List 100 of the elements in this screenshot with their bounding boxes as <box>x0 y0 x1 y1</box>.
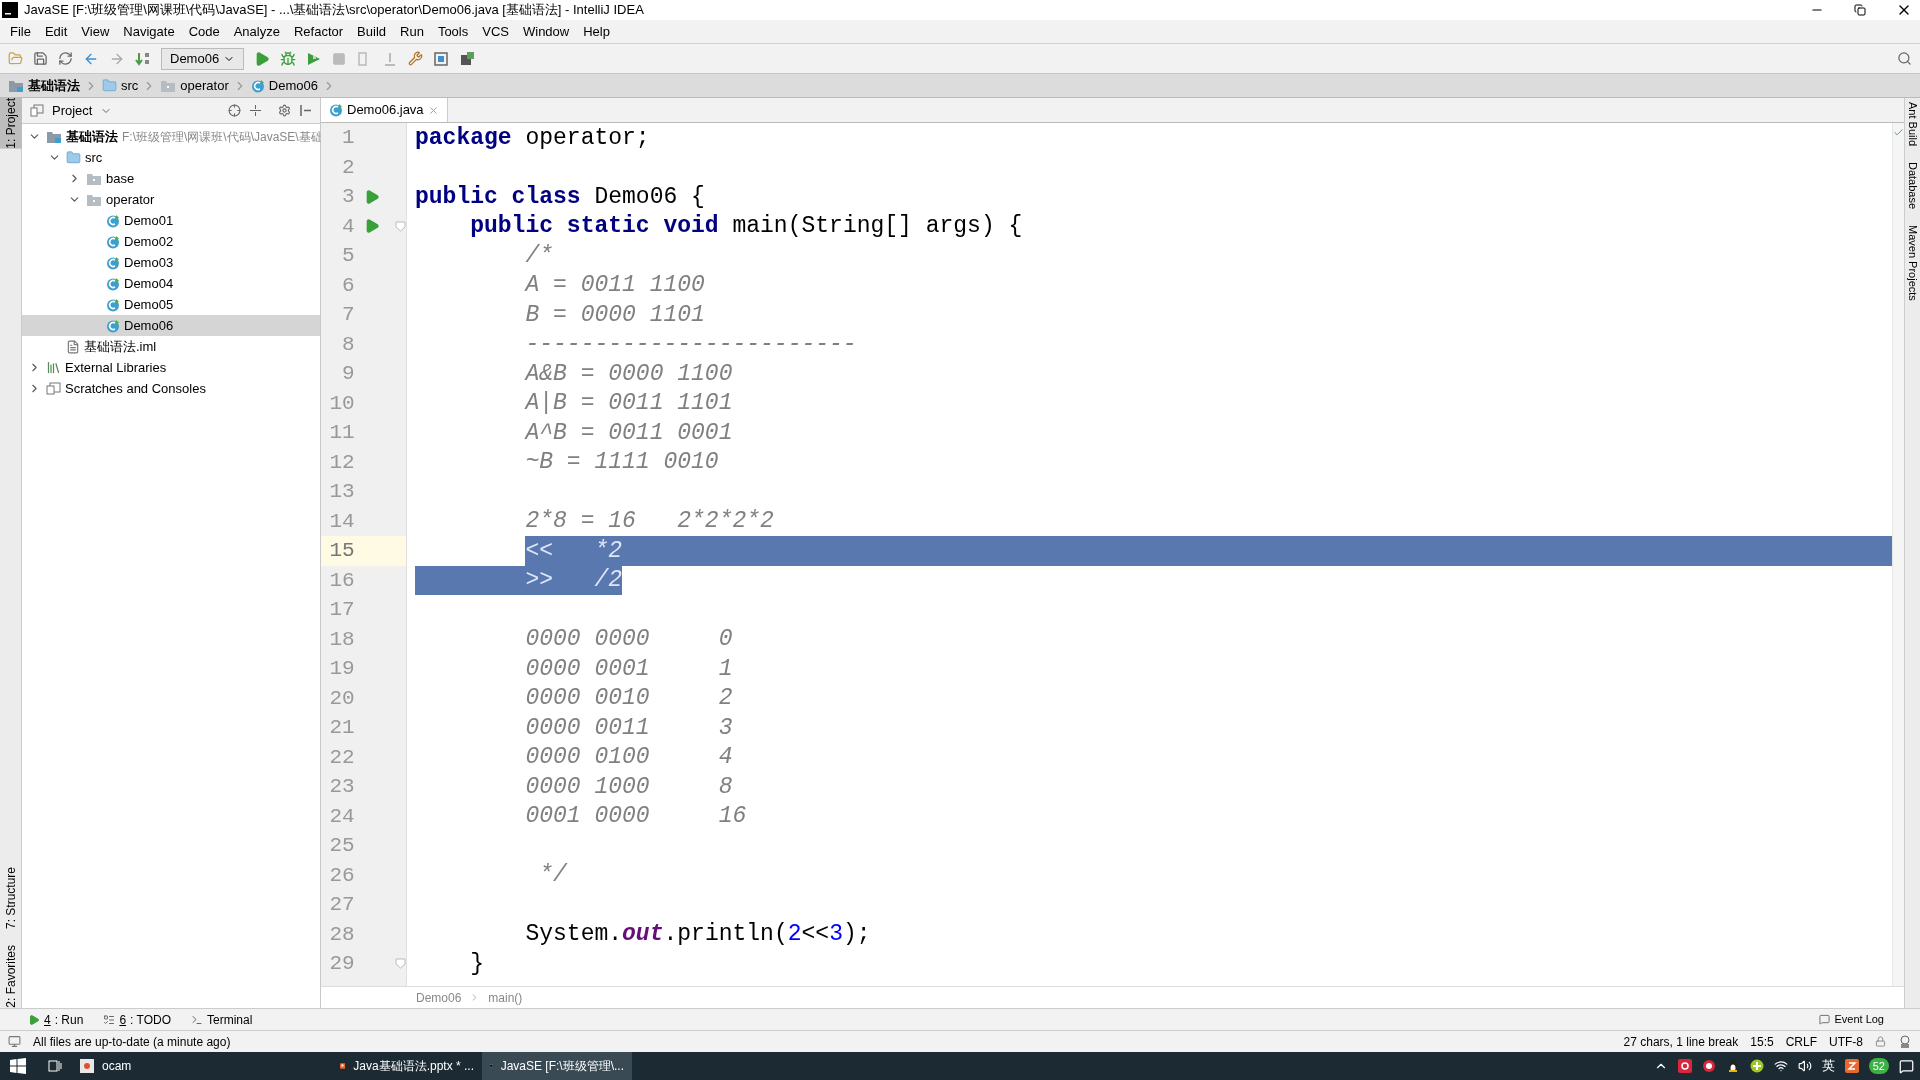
line-number: 9 <box>341 361 355 387</box>
panel-title[interactable]: Project <box>52 100 93 121</box>
breadcrumb-item[interactable]: src <box>121 75 139 96</box>
menu-item[interactable]: Run <box>394 21 430 42</box>
menu-item[interactable]: Tools <box>431 21 475 42</box>
tool-window-tab[interactable]: 7: Structure <box>0 867 22 930</box>
fold-marker-icon[interactable] <box>395 220 406 232</box>
locate-icon[interactable] <box>228 104 241 117</box>
taskbar-app[interactable]: ocam <box>72 1052 222 1080</box>
code-line: A = 0011 1100 <box>523 271 706 300</box>
tree-item[interactable]: Demo02 <box>22 231 320 252</box>
menu-item[interactable]: Refactor <box>287 21 350 42</box>
tree-item[interactable]: External Libraries <box>22 357 320 378</box>
menu-item[interactable]: Code <box>182 21 226 42</box>
tray-app-icon[interactable] <box>1677 1059 1692 1073</box>
line-separator[interactable]: CRLF <box>1785 1032 1817 1051</box>
tool-window-tab[interactable]: Database <box>1904 162 1920 210</box>
tree-label: Scratches and Consoles <box>65 379 206 398</box>
task-view-icon[interactable] <box>46 1058 62 1074</box>
settings-icon[interactable] <box>278 104 291 117</box>
lock-icon[interactable] <box>1875 1036 1886 1047</box>
tray-app-icon[interactable] <box>1844 1059 1859 1073</box>
debug-icon[interactable] <box>280 50 297 67</box>
status-icon[interactable] <box>8 1035 21 1048</box>
save-icon[interactable] <box>33 51 48 66</box>
network-icon[interactable] <box>1773 1059 1788 1073</box>
tree-item[interactable]: Demo01 <box>22 210 320 231</box>
windows-start-icon[interactable] <box>10 1058 26 1074</box>
record-icon[interactable] <box>1701 1059 1716 1073</box>
menu-item[interactable]: Window <box>516 21 576 42</box>
tree-label: Demo05 <box>124 295 174 314</box>
breadcrumb-item[interactable]: 基础语法 <box>28 75 80 96</box>
fold-marker-icon[interactable] <box>395 958 406 970</box>
code-line: 2*8 = 16 2*2*2*2 <box>524 507 775 536</box>
editor-tab[interactable]: Demo06.java <box>321 98 448 122</box>
breadcrumb-item[interactable]: operator <box>180 75 229 96</box>
line-number: 13 <box>328 479 355 505</box>
run-gutter-icon[interactable] <box>364 218 381 235</box>
build-icon[interactable] <box>135 50 151 67</box>
menu-item[interactable]: Help <box>577 21 616 42</box>
event-log-button[interactable]: Event Log <box>1819 1011 1884 1028</box>
menu-item[interactable]: View <box>75 21 116 42</box>
code-line: A&B = 0000 1100 <box>523 359 734 389</box>
menu-item[interactable]: File <box>4 21 37 42</box>
hide-icon[interactable] <box>299 104 312 117</box>
tool-window-button[interactable]: Terminal <box>190 1010 253 1029</box>
settings-icon[interactable] <box>408 51 424 66</box>
menu-item[interactable]: Edit <box>38 21 74 42</box>
breadcrumb-item[interactable]: Demo06 <box>416 988 462 1007</box>
structure-icon[interactable] <box>433 50 450 67</box>
tool-window-tab[interactable]: Maven Projects <box>1904 225 1920 301</box>
code-line: 0000 0011 3 <box>524 713 734 743</box>
line-number: 3 <box>341 184 355 210</box>
run-config-dropdown[interactable]: Demo06 <box>161 47 245 70</box>
file-icon <box>66 339 80 354</box>
run-icon <box>28 1013 40 1026</box>
tree-item[interactable]: Demo05 <box>22 294 320 315</box>
sdk-icon[interactable] <box>459 50 476 67</box>
input-method[interactable]: 英 <box>1821 1056 1835 1076</box>
restore-icon[interactable] <box>1854 4 1866 16</box>
code-line: System.out.println(2<<3); <box>524 920 872 949</box>
menu-item[interactable]: VCS <box>476 21 515 42</box>
line-number: 24 <box>328 803 355 830</box>
tree-item[interactable]: 基础语法.iml <box>22 336 320 357</box>
class-icon <box>106 255 120 270</box>
tool-window-button[interactable]: 4 : Run <box>28 1010 84 1029</box>
inspector-icon[interactable] <box>1898 1034 1912 1049</box>
tool-window-button[interactable]: 6 : TODO <box>103 1010 171 1029</box>
tree-item[interactable]: operator <box>22 189 320 210</box>
plus-icon[interactable] <box>1749 1059 1764 1073</box>
menu-item[interactable]: Analyze <box>227 21 286 42</box>
menu-item[interactable]: Build <box>351 21 392 42</box>
taskbar-app[interactable]: Java基础语法.pptx * ... <box>332 1052 482 1080</box>
menu-item[interactable]: Navigate <box>117 21 181 42</box>
console-icon <box>46 382 61 395</box>
code-line: A^B = 0011 0001 <box>523 418 734 448</box>
tree-item[interactable]: Demo04 <box>22 273 320 294</box>
tool-window-tab[interactable]: 2: Favorites <box>0 945 22 1008</box>
tree-item[interactable]: base <box>22 168 320 189</box>
caret-position[interactable]: 15:5 <box>1750 1032 1774 1051</box>
tool-window-tab[interactable]: Ant Build <box>1904 102 1920 147</box>
breadcrumb-item[interactable]: main() <box>488 988 523 1007</box>
run-gutter-icon[interactable] <box>364 188 381 205</box>
action-center-icon[interactable] <box>1899 1058 1914 1074</box>
selection-info: 27 chars, 1 line break <box>1623 1033 1739 1051</box>
tree-item[interactable]: Scratches and Consoles <box>22 378 320 399</box>
search-icon[interactable] <box>1897 51 1912 66</box>
run-icon[interactable] <box>254 50 271 67</box>
tree-label: 基础语法.iml <box>84 337 157 356</box>
tree-item[interactable]: src <box>22 147 320 168</box>
tool-window-tab[interactable]: 1: Project <box>0 98 22 149</box>
collapse-all-icon[interactable] <box>249 104 262 117</box>
folder-icon <box>102 78 117 93</box>
volume-icon[interactable] <box>1797 1059 1812 1073</box>
breadcrumb-item[interactable]: Demo06 <box>268 75 318 96</box>
tree-item[interactable]: Demo03 <box>22 252 320 273</box>
sync-icon[interactable] <box>58 51 73 66</box>
taskbar-app[interactable]: JavaSE [F:\班级管理\... <box>482 1052 632 1080</box>
tree-item[interactable]: Demo06 <box>22 315 320 336</box>
file-encoding[interactable]: UTF-8 <box>1829 1032 1863 1051</box>
